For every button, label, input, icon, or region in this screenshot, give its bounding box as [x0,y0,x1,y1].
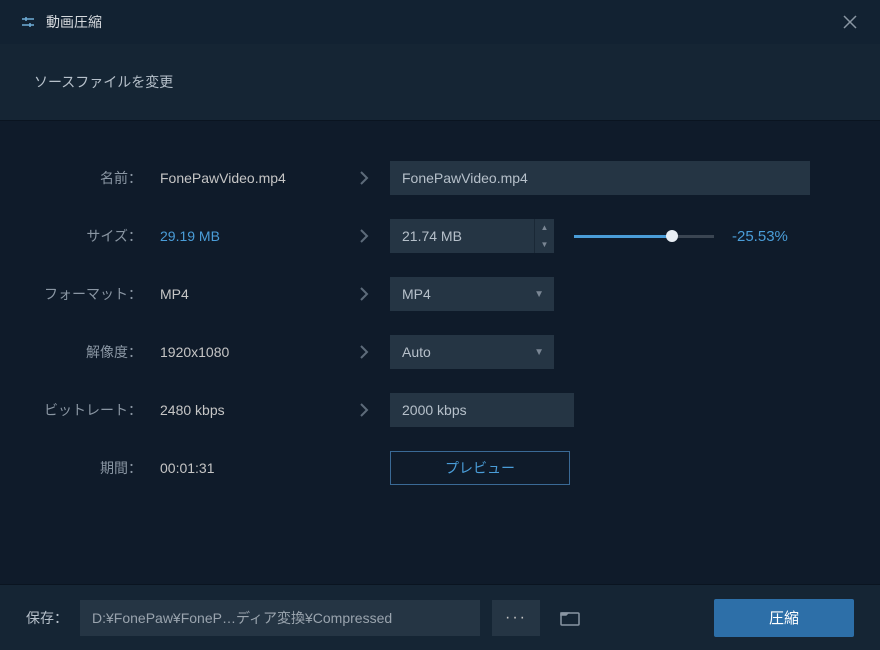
format-select-value: MP4 [402,286,431,302]
duration-label: 期間： [30,458,160,478]
arrow-icon [340,342,390,362]
compress-icon [20,14,36,30]
name-source: FonePawVideo.mp4 [160,170,340,186]
subheader-text: ソースファイルを変更 [34,74,173,90]
save-path-value: D:¥FonePaw¥FoneP…ディア変換¥Compressed [92,608,392,628]
subheader: ソースファイルを変更 [0,44,880,121]
row-resolution: 解像度： 1920x1080 Auto ▼ [30,335,850,369]
size-percent: -25.53% [732,228,788,245]
format-label: フォーマット： [30,284,160,304]
size-source: 29.19 MB [160,228,340,244]
compress-button[interactable]: 圧縮 [714,599,854,637]
row-format: フォーマット： MP4 MP4 ▼ [30,277,850,311]
resolution-select[interactable]: Auto ▼ [390,335,554,369]
row-bitrate: ビットレート： 2480 kbps [30,393,850,427]
format-select[interactable]: MP4 ▼ [390,277,554,311]
titlebar-left: 動画圧縮 [20,12,102,32]
row-name: 名前： FonePawVideo.mp4 [30,161,850,195]
titlebar: 動画圧縮 [0,0,880,44]
open-folder-button[interactable] [552,600,588,636]
size-target-value: 21.74 MB [390,228,534,244]
browse-button[interactable]: ··· [492,600,540,636]
preview-button[interactable]: プレビュー [390,451,570,485]
chevron-down-icon: ▼ [534,347,544,358]
row-size: サイズ： 29.19 MB 21.74 MB ▲ ▼ -25.53% [30,219,850,253]
format-source: MP4 [160,286,340,302]
footer: 保存： D:¥FonePaw¥FoneP…ディア変換¥Compressed ··… [0,584,880,650]
spinner-down-icon[interactable]: ▼ [535,236,554,253]
name-input[interactable] [390,161,810,195]
name-label: 名前： [30,168,160,188]
chevron-down-icon: ▼ [534,289,544,300]
row-duration: 期間： 00:01:31 プレビュー [30,451,850,485]
bitrate-label: ビットレート： [30,400,160,420]
bitrate-input[interactable] [390,393,574,427]
resolution-select-value: Auto [402,344,431,360]
arrow-icon [340,168,390,188]
window-title: 動画圧縮 [46,12,102,32]
arrow-icon [340,284,390,304]
arrow-icon [340,400,390,420]
resolution-source: 1920x1080 [160,344,340,360]
close-icon[interactable] [840,12,860,32]
folder-icon [560,610,580,626]
size-slider[interactable] [574,226,714,246]
size-target-spinner[interactable]: 21.74 MB ▲ ▼ [390,219,554,253]
arrow-icon [340,226,390,246]
bitrate-source: 2480 kbps [160,402,340,418]
save-label: 保存： [26,608,68,628]
slider-thumb[interactable] [666,230,678,242]
resolution-label: 解像度： [30,342,160,362]
size-label: サイズ： [30,226,160,246]
save-path-input[interactable]: D:¥FonePaw¥FoneP…ディア変換¥Compressed [80,600,480,636]
spinner-up-icon[interactable]: ▲ [535,219,554,236]
duration-value: 00:01:31 [160,460,340,476]
form-area: 名前： FonePawVideo.mp4 サイズ： 29.19 MB 21.74… [0,121,880,529]
